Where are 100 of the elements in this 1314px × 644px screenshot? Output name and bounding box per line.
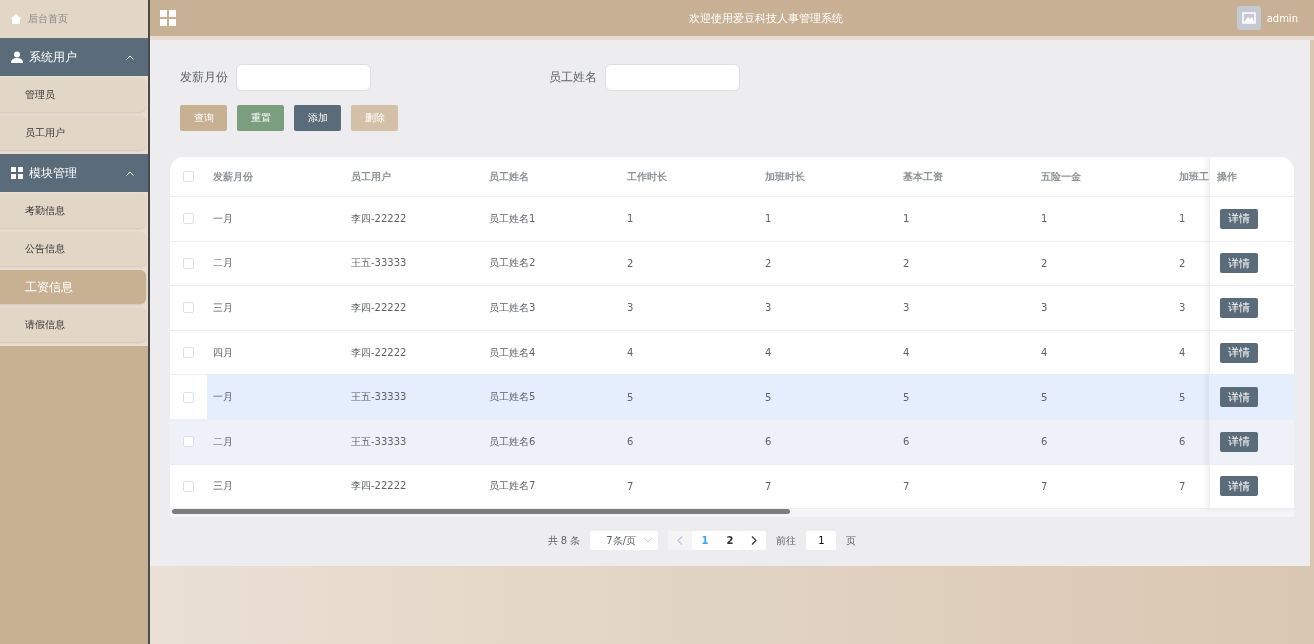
table-cell-text: 李四-22222 [350, 211, 408, 226]
table-cell: 5 [621, 375, 759, 419]
table-cell-text: 2 [1040, 257, 1049, 269]
menu-label: 后台首页 [28, 12, 68, 26]
table-cell-text: 1 [902, 213, 911, 225]
detail-button[interactable]: 详情 [1220, 208, 1258, 229]
checkbox[interactable] [183, 347, 194, 359]
table-cell-text: 员工姓名1 [488, 211, 537, 226]
table-row[interactable]: 二月 王五-33333 员工姓名6 6 6 6 6 6 [170, 419, 1209, 465]
column-header: 加班工 [1178, 169, 1209, 184]
table-cell-text: 员工姓名4 [488, 345, 537, 360]
table-cell-text: 7 [1178, 480, 1187, 492]
table-cell-text: 三月 [212, 301, 234, 315]
table-cell-text: 一月 [212, 211, 234, 226]
page-size-select[interactable]: 7条/页 [590, 531, 659, 551]
table-cell-text: 4 [626, 347, 635, 359]
table-cell-text: 7 [626, 480, 635, 492]
table-cell-text: 6 [764, 436, 773, 448]
table-cell-text: 1 [1040, 213, 1049, 225]
table-cell-text: 6 [1040, 436, 1049, 448]
input-field[interactable] [605, 64, 740, 91]
checkbox[interactable] [183, 171, 194, 182]
table-cell-text: 2 [626, 257, 635, 269]
table-cell: 5 [759, 375, 897, 419]
menu-group-header[interactable]: 模块管理 [0, 154, 148, 192]
table-cell-text: 员工姓名2 [488, 256, 537, 271]
table-cell-text: 二月 [212, 434, 234, 449]
page-suffix: 页 [846, 533, 857, 548]
table-cell-text: 三月 [212, 479, 234, 494]
page-number[interactable]: 2 [717, 531, 743, 551]
table-cell: 员工姓名5 [483, 375, 621, 419]
table-cell-text: 李四-22222 [350, 479, 408, 494]
checkbox[interactable] [183, 213, 194, 225]
total-count: 共 8 条 [547, 533, 581, 548]
detail-button[interactable]: 详情 [1220, 342, 1258, 363]
action-button[interactable]: 重置 [237, 105, 284, 131]
table-cell-text: 二月 [212, 256, 234, 271]
checkbox[interactable] [183, 257, 194, 269]
detail-button[interactable]: 详情 [1220, 253, 1258, 274]
table-cell-text: 3 [902, 302, 911, 314]
column-header: 操作 [1210, 157, 1294, 197]
table-cell-text: 3 [626, 302, 635, 314]
table-cell-text: 3 [1040, 302, 1049, 314]
menu-item[interactable]: 请假信息 [0, 308, 146, 342]
table-cell-text: 6 [902, 436, 911, 448]
dropdown-caret-icon[interactable] [644, 538, 653, 544]
column-header: 员工用户 [350, 169, 392, 184]
column-header: 工作时长 [626, 169, 668, 184]
field-label: 员工姓名 [549, 69, 597, 86]
avatar-image-icon[interactable] [1236, 6, 1261, 30]
caret-icon[interactable] [126, 54, 134, 60]
user-icon [11, 51, 23, 63]
checkbox[interactable] [183, 302, 194, 314]
table-cell: 王五-33333 [345, 375, 483, 419]
menu-item[interactable]: 员工用户 [0, 116, 146, 150]
input-field[interactable] [236, 64, 371, 91]
table-row[interactable]: 一月 王五-33333 员工姓名5 5 5 5 5 5 [170, 375, 1209, 420]
detail-button[interactable]: 详情 [1220, 476, 1258, 497]
caret-icon[interactable] [126, 170, 134, 176]
column-header: 基本工资 [902, 169, 944, 184]
table-cell-text: 2 [1178, 257, 1187, 269]
table-cell-text: 1 [626, 213, 635, 225]
menu-group-header[interactable]: 系统用户 [0, 38, 148, 76]
table-cell-text: 4 [1178, 347, 1187, 359]
table-cell-text: 7 [1040, 480, 1049, 492]
table-cell-text: 员工姓名7 [488, 479, 537, 494]
column-header: 五险一金 [1040, 169, 1082, 184]
detail-button[interactable]: 详情 [1220, 431, 1258, 452]
menu-item[interactable]: 公告信息 [0, 232, 146, 266]
table-cell-text: 2 [764, 257, 773, 269]
detail-button[interactable]: 详情 [1220, 387, 1258, 408]
menu-icon[interactable] [160, 10, 176, 26]
table-cell-text: 3 [764, 302, 773, 314]
column-header: 员工姓名 [488, 169, 530, 184]
table-cell: 5 [897, 375, 1035, 419]
detail-button[interactable]: 详情 [1220, 298, 1258, 318]
table-cell-text: 3 [1178, 302, 1187, 314]
group-label: 模块管理 [29, 164, 78, 182]
table-cell-text: 李四-22222 [350, 345, 408, 360]
checkbox[interactable] [183, 436, 194, 448]
next-page-button[interactable] [742, 531, 767, 551]
chevron-right-icon [751, 536, 758, 546]
table-cell: 5 [1173, 375, 1209, 419]
column-header: 发薪月份 [212, 169, 254, 184]
menu-item[interactable]: 考勤信息 [0, 194, 146, 228]
table-cell-text: 员工姓名3 [488, 301, 537, 315]
page-title: 欢迎使用爱豆科技人事管理系统 [688, 10, 845, 26]
table-cell-text: 王五-33333 [350, 256, 408, 271]
table-cell-text: 1 [1178, 213, 1187, 225]
page-input[interactable]: 1 [806, 531, 837, 551]
table-cell: 一月 [207, 375, 345, 419]
scrollbar[interactable] [170, 509, 1294, 518]
action-button[interactable]: 添加 [294, 105, 341, 131]
checkbox[interactable] [183, 480, 194, 492]
page-number[interactable]: 1 [692, 531, 718, 551]
table-cell-text: 1 [764, 213, 773, 225]
menu-item[interactable]: 管理员 [0, 78, 146, 112]
checkbox[interactable] [183, 391, 194, 403]
grid-icon [11, 167, 23, 179]
table-cell-text: 四月 [212, 345, 234, 360]
